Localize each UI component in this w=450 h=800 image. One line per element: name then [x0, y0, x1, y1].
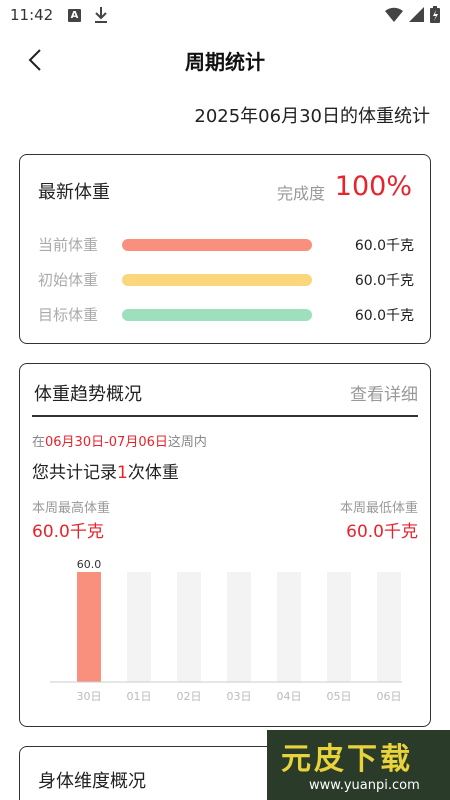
record-count: 您共计记录1次体重: [32, 458, 179, 483]
bar-track-4: [277, 572, 301, 682]
view-details-link[interactable]: 查看详细: [350, 380, 418, 405]
app-header: 周期统计: [0, 36, 450, 84]
x-tick-label-3: 03日: [227, 690, 252, 703]
download-icon: [94, 6, 108, 28]
latest-weight-title: 最新体重: [38, 182, 110, 203]
status-bar: 11:42 A: [0, 0, 450, 32]
weight-trend-card: 体重趋势概况 查看详细 在06月30日-07月06日这周内 您共计记录1次体重 …: [19, 363, 431, 727]
weight-bar: [122, 274, 312, 286]
completion-value: 100%: [334, 171, 412, 202]
bar-track-2: [177, 572, 201, 682]
week-high-value: 60.0千克: [32, 522, 104, 542]
stats-date-heading: 2025年06月30日的体重统计: [194, 106, 430, 127]
status-time: 11:42: [10, 6, 54, 24]
weight-row-label: 初始体重: [38, 271, 99, 289]
weight-bar: [122, 309, 312, 321]
x-tick-label-6: 06日: [377, 690, 402, 703]
count-value: 1: [117, 463, 128, 483]
weight-row-label: 目标体重: [38, 306, 99, 324]
range-suffix: 这周内: [167, 435, 207, 450]
divider: [32, 415, 418, 417]
wifi-icon: [385, 7, 403, 26]
weight-row-label: 当前体重: [38, 236, 99, 254]
x-tick-label-2: 02日: [177, 690, 202, 703]
notification-a-icon: A: [68, 9, 81, 22]
weight-bar: [122, 239, 312, 251]
battery-icon: [430, 5, 440, 27]
target-weight-row: 目标体重 60.0千克: [38, 304, 414, 324]
watermark-logo: 元皮下载 www.yuanpi.com: [267, 730, 450, 800]
bar-0: [77, 572, 101, 682]
week-low-value: 60.0千克: [346, 522, 418, 542]
bar-track-1: [127, 572, 151, 682]
page-title: 周期统计: [185, 50, 265, 74]
trend-title: 体重趋势概况: [34, 384, 142, 405]
watermark-text: 元皮下载: [281, 742, 413, 777]
x-tick-label-0: 30日: [77, 690, 102, 703]
week-range: 在06月30日-07月06日这周内: [32, 431, 207, 450]
completion-label: 完成度: [276, 184, 325, 203]
initial-weight-row: 初始体重 60.0千克: [38, 269, 414, 289]
current-weight-row: 当前体重 60.0千克: [38, 234, 414, 254]
week-high-label: 本周最高体重: [32, 501, 111, 516]
bar-track-5: [327, 572, 351, 682]
week-low-label: 本周最低体重: [339, 501, 418, 516]
count-suffix: 次体重: [127, 463, 179, 483]
range-prefix: 在: [32, 435, 46, 450]
x-tick-label-1: 01日: [127, 690, 152, 703]
data-label-0: 60.0: [77, 558, 102, 571]
watermark-url: www.yuanpi.com: [309, 778, 420, 793]
bar-track-6: [377, 572, 401, 682]
signal-icon: [409, 6, 424, 26]
bar-track-3: [227, 572, 251, 682]
weight-row-value: 60.0千克: [354, 308, 414, 324]
latest-weight-card: 最新体重 完成度 100% 当前体重 60.0千克 初始体重 60.0千克 目标…: [19, 154, 431, 344]
weight-bar-chart: 60.0 30日 01日 02日 03日 04日 05日 06日: [50, 558, 402, 703]
count-prefix: 您共计记录: [32, 463, 117, 483]
x-tick-label-5: 05日: [327, 690, 352, 703]
range-dates: 06月30日-07月06日: [45, 435, 168, 450]
body-dimensions-title: 身体维度概况: [38, 771, 146, 792]
x-tick-label-4: 04日: [277, 690, 302, 703]
weight-row-value: 60.0千克: [354, 273, 414, 289]
weight-row-value: 60.0千克: [354, 238, 414, 254]
